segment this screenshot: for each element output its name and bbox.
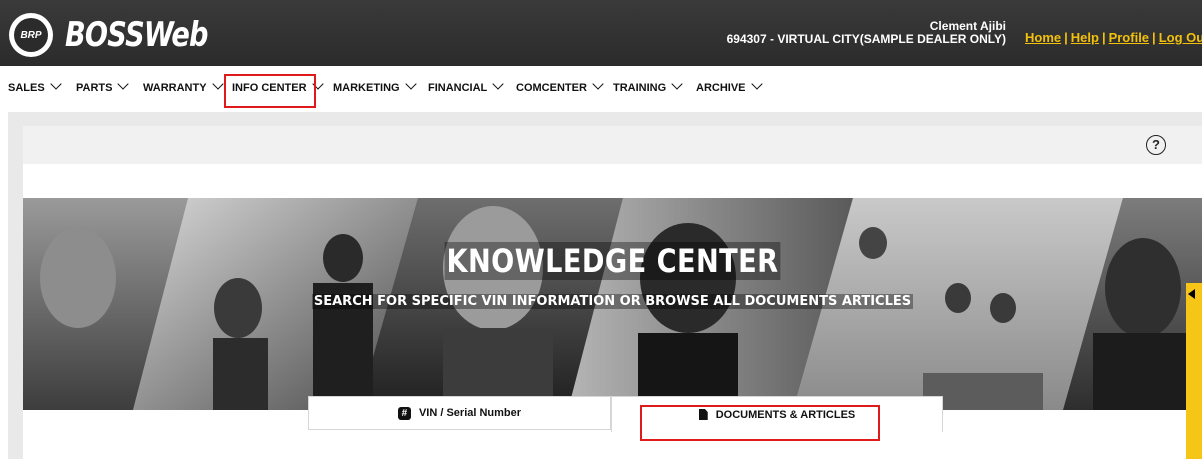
brp-logo-text: BRP [14,18,48,52]
documents-highlight [640,405,880,441]
nav-label: PARTS [76,82,113,94]
link-separator: | [1101,30,1106,45]
chevron-down-icon [50,78,62,90]
help-icon[interactable]: ? [1146,135,1166,155]
tab-vin-serial[interactable]: # VIN / Serial Number [308,396,611,430]
nav-financial[interactable]: FINANCIAL [428,78,504,94]
chevron-down-icon [592,78,604,90]
panel-header [23,126,1202,164]
nav-label: ARCHIVE [696,82,746,94]
nav-label: WARRANTY [143,82,207,94]
nav-marketing[interactable]: MARKETING [333,78,417,94]
feedback-tab[interactable] [1186,283,1202,459]
nav-label: MARKETING [333,82,400,94]
nav-warranty[interactable]: WARRANTY [143,78,224,94]
info-center-highlight [224,74,316,108]
arrow-left-icon [1188,289,1195,299]
top-bar: BRP BOSSWeb Clement Ajibi 694307 - VIRTU… [0,0,1202,66]
nav-comcenter[interactable]: COMCENTER [516,78,604,94]
logout-link[interactable]: Log Out [1159,30,1202,45]
chevron-down-icon [671,78,683,90]
nav-label: FINANCIAL [428,82,488,94]
hero-title-text: KNOWLEDGE CENTER [444,242,781,280]
hero-subtitle-text: SEARCH FOR SPECIFIC VIN INFORMATION OR B… [311,294,914,309]
nav-label: TRAINING [613,82,667,94]
brp-logo-icon: BRP [9,13,53,57]
hero-subtitle: SEARCH FOR SPECIFIC VIN INFORMATION OR B… [23,294,1202,309]
nav-archive[interactable]: ARCHIVE [696,78,763,94]
link-separator: | [1152,30,1156,45]
hero-banner: KNOWLEDGE CENTER SEARCH FOR SPECIFIC VIN… [23,198,1202,410]
tab-label: VIN / Serial Number [418,407,522,419]
hash-icon: # [397,406,411,420]
home-link[interactable]: Home [1025,30,1061,45]
nav-label: SALES [8,82,45,94]
nav-label: COMCENTER [516,82,587,94]
chevron-down-icon [492,78,504,90]
main-nav: SALES PARTS WARRANTY INFO CENTER MARKETI… [0,66,1202,110]
nav-training[interactable]: TRAINING [613,78,683,94]
help-link[interactable]: Help [1071,30,1099,45]
nav-parts[interactable]: PARTS [76,78,130,94]
dealer-name: 694307 - VIRTUAL CITY(SAMPLE DEALER ONLY… [726,32,1006,46]
profile-link[interactable]: Profile [1109,30,1149,45]
brand[interactable]: BRP BOSSWeb [9,13,243,57]
link-separator: | [1064,30,1068,45]
chevron-down-icon [750,78,763,90]
chevron-down-icon [404,78,417,90]
chevron-down-icon [117,78,130,90]
hero-title: KNOWLEDGE CENTER [111,242,1113,280]
nav-sales[interactable]: SALES [8,78,62,94]
user-links: Home|Help|Profile|Log Out [1025,30,1202,45]
user-info: Clement Ajibi 694307 - VIRTUAL CITY(SAMP… [727,20,1006,46]
chevron-down-icon [211,78,224,90]
app-title: BOSSWeb [65,15,208,55]
